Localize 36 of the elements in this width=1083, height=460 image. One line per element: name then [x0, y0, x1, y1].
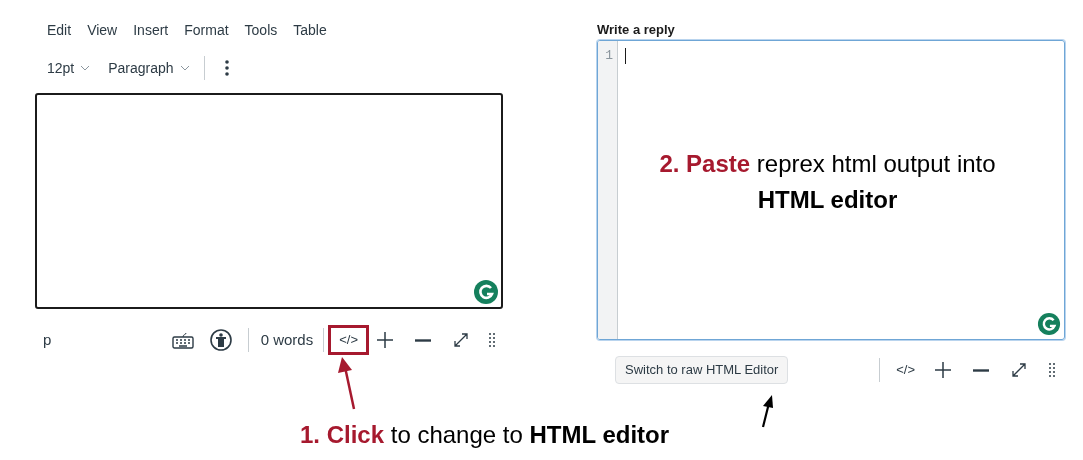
font-size-dropdown[interactable]: 12pt	[41, 57, 97, 79]
instruction-text: 2. Paste reprex html output into HTML editor	[658, 149, 997, 215]
menu-item[interactable]: Tools	[238, 19, 284, 41]
badge-icon[interactable]	[473, 279, 499, 305]
menu-item[interactable]: Insert	[127, 19, 175, 41]
pointer-arrow	[338, 357, 358, 411]
drag-handle-icon[interactable]	[489, 332, 495, 348]
minus-icon[interactable]	[973, 368, 989, 372]
text-cursor	[625, 48, 626, 64]
code-view-button[interactable]: </>	[894, 360, 917, 380]
reply-label: Write a reply	[597, 21, 676, 39]
badge-icon[interactable]	[1037, 312, 1061, 336]
chevron-down-icon	[80, 65, 91, 71]
drag-handle-icon[interactable]	[1049, 362, 1055, 378]
menu-item[interactable]: Format	[178, 19, 235, 41]
editor-area[interactable]	[35, 93, 503, 309]
minus-icon[interactable]	[415, 338, 431, 342]
menu-item[interactable]: Edit	[41, 19, 78, 41]
more-icon[interactable]	[224, 59, 229, 77]
element-path[interactable]: p	[43, 328, 52, 352]
word-count: 0 words	[260, 329, 314, 350]
pointer-arrow	[759, 395, 775, 429]
switch-editor-button[interactable]: Switch to raw HTML Editor	[615, 356, 789, 384]
expand-icon[interactable]	[453, 332, 469, 348]
plus-icon[interactable]	[935, 362, 951, 378]
html-editor-button[interactable]: </>	[328, 325, 369, 355]
line-number: 1	[605, 48, 613, 65]
menu-item[interactable]: View	[81, 19, 124, 41]
chevron-down-icon	[179, 65, 190, 71]
plus-icon[interactable]	[377, 332, 393, 348]
instruction-text: 1. Click to change to HTML editor	[300, 420, 670, 450]
keyboard-icon[interactable]	[171, 331, 194, 349]
accessibility-icon[interactable]	[209, 329, 232, 351]
expand-icon[interactable]	[1011, 362, 1027, 378]
paragraph-dropdown[interactable]: Paragraph	[102, 57, 196, 79]
menu-item[interactable]: Table	[287, 19, 333, 41]
